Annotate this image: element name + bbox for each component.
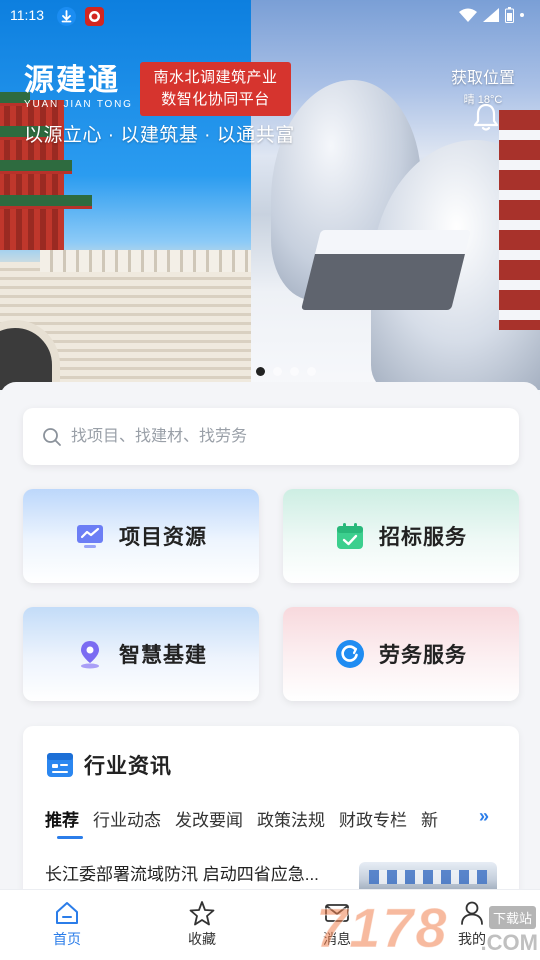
- location-label: 获取位置: [450, 70, 515, 87]
- service-card-labor[interactable]: 劳务服务: [283, 607, 519, 701]
- chart-monitor-icon: [77, 525, 103, 548]
- hero-banner[interactable]: 源建通 YUAN JIAN TONG 南水北调建筑产业 数智化协同平台 以源立心…: [0, 0, 540, 390]
- tagline-line-1: 南水北调建筑产业: [153, 69, 278, 86]
- nav-label: 收藏: [188, 931, 216, 947]
- nav-home[interactable]: 首页: [27, 900, 107, 949]
- news-article-title[interactable]: 长江委部署流域防汛 启动四省应急...: [45, 860, 319, 885]
- service-card-project-resources[interactable]: 项目资源: [23, 489, 259, 583]
- service-label: 劳务服务: [379, 644, 467, 667]
- app-notification-icon: [85, 7, 104, 26]
- banner-image-palace: [0, 0, 251, 390]
- home-icon: [56, 902, 78, 924]
- calendar-check-icon: [337, 523, 363, 549]
- wifi-icon: [459, 8, 477, 22]
- carousel-dot[interactable]: [307, 367, 316, 376]
- carousel-dot[interactable]: [256, 367, 265, 376]
- tab-industry-trends[interactable]: 行业动态: [93, 806, 161, 839]
- tagline-line-2: 数智化协同平台: [161, 91, 270, 108]
- chevron-double-right-icon[interactable]: »: [479, 806, 489, 827]
- location-button[interactable]: 获取位置 晴 18°C: [446, 64, 520, 107]
- tab-ndrc-news[interactable]: 发改要闻: [175, 806, 243, 839]
- carousel-indicator: [256, 367, 316, 376]
- nav-messages[interactable]: 消息: [297, 900, 377, 949]
- news-tabs: 推荐 行业动态 发改要闻 政策法规 财政专栏 新: [45, 806, 475, 839]
- tab-finance-column[interactable]: 财政专栏: [339, 806, 407, 839]
- tab-policy-regulations[interactable]: 政策法规: [257, 806, 325, 839]
- status-bar: 11:13: [0, 0, 540, 32]
- service-card-smart-infrastructure[interactable]: 智慧基建: [23, 607, 259, 701]
- notification-bell-icon[interactable]: [473, 102, 499, 132]
- status-time: 11:13: [10, 7, 44, 23]
- service-label: 智慧基建: [119, 644, 207, 667]
- user-icon: [461, 901, 483, 925]
- mail-icon: [325, 904, 349, 922]
- service-label: 项目资源: [119, 526, 207, 549]
- search-icon: [43, 428, 61, 446]
- logo-english: YUAN JIAN TONG: [24, 99, 133, 110]
- star-icon: [189, 901, 215, 926]
- service-label: 招标服务: [379, 526, 467, 549]
- app-logo: 源建通 YUAN JIAN TONG: [24, 63, 133, 111]
- signal-icon: [483, 8, 499, 22]
- tab-more-truncated[interactable]: 新: [421, 806, 438, 839]
- nav-label: 消息: [323, 931, 351, 947]
- carousel-dot[interactable]: [273, 367, 282, 376]
- industry-news-panel: 行业资讯 推荐 行业动态 发改要闻 政策法规 财政专栏 新 » 长江委部署流域防…: [23, 726, 519, 906]
- news-list-icon: [47, 753, 73, 777]
- nav-favorites[interactable]: 收藏: [162, 900, 242, 949]
- search-bar[interactable]: [23, 408, 519, 465]
- search-input[interactable]: [71, 408, 501, 465]
- nav-label: 我的: [458, 931, 486, 947]
- carousel-dot[interactable]: [290, 367, 299, 376]
- status-dot: [520, 13, 524, 17]
- banner-image-snow-mountain: [251, 0, 540, 390]
- download-icon: [57, 7, 76, 26]
- logo-chinese: 源建通: [24, 63, 120, 98]
- location-pin-icon: [81, 641, 99, 669]
- circular-arrow-icon: [336, 640, 364, 668]
- battery-icon: [505, 7, 514, 23]
- bottom-navigation: 首页 收藏 消息 我的: [0, 889, 540, 960]
- nav-label: 首页: [53, 931, 81, 947]
- nav-profile[interactable]: 我的: [432, 900, 512, 949]
- service-card-bidding[interactable]: 招标服务: [283, 489, 519, 583]
- news-section-title: 行业资讯: [84, 755, 172, 778]
- platform-tagline: 南水北调建筑产业 数智化协同平台: [140, 62, 291, 116]
- tab-recommended[interactable]: 推荐: [45, 806, 83, 839]
- hero-slogan: 以源立心 · 以建筑基 · 以通共富: [24, 125, 295, 146]
